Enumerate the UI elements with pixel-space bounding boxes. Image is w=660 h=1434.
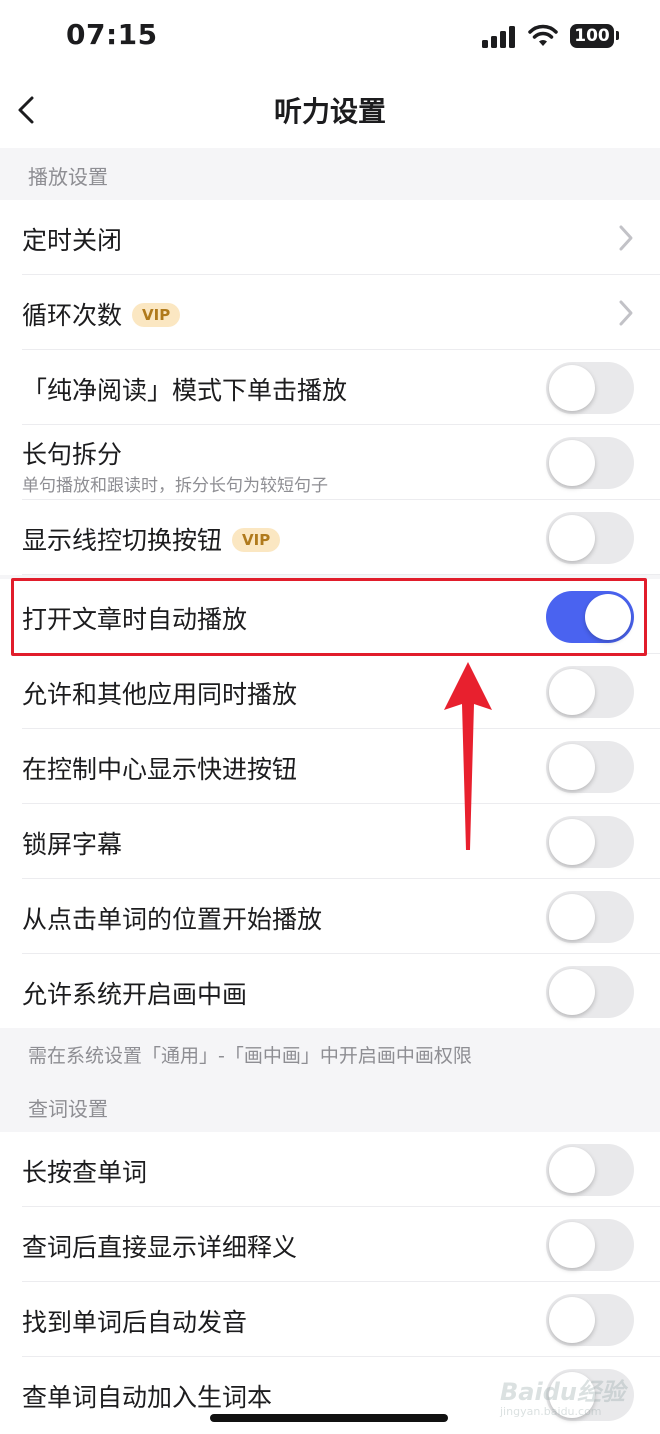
toggle-knob — [549, 669, 595, 715]
section-header-lookup: 查词设置 — [0, 1080, 660, 1132]
row-label: 查词后直接显示详细释义 — [22, 1233, 298, 1262]
home-indicator[interactable] — [210, 1414, 448, 1422]
row-mix-others: 允许和其他应用同时播放 — [0, 654, 660, 729]
cellular-signal-icon — [482, 26, 516, 48]
vip-badge: VIP — [132, 303, 181, 327]
toggle-knob — [549, 894, 595, 940]
mix-others-toggle[interactable] — [546, 666, 634, 718]
play-from-word-toggle[interactable] — [546, 891, 634, 943]
status-time: 07:15 — [66, 18, 158, 51]
row-label: 显示线控切换按钮 VIP — [22, 521, 281, 557]
row-label: 允许和其他应用同时播放 — [22, 680, 298, 709]
pip-note: 需在系统设置「通用」-「画中画」中开启画中画权限 — [0, 1028, 660, 1080]
row-fast-forward: 在控制中心显示快进按钮 — [0, 729, 660, 804]
section-header-label: 播放设置 — [28, 165, 108, 189]
watermark-brand: Baidu经验 — [500, 1378, 625, 1406]
row-wire-control: 显示线控切换按钮 VIP — [0, 500, 660, 575]
wifi-icon — [528, 24, 558, 46]
baidu-watermark: Baidu经验 jingyan.baidu.com — [500, 1372, 640, 1420]
split-long-toggle[interactable] — [546, 437, 634, 489]
row-sublabel: 单句播放和跟读时，拆分长句为较短句子 — [22, 476, 328, 496]
nav-bar: 听力设置 — [0, 74, 660, 148]
chevron-right-icon — [619, 225, 633, 251]
section-header-label: 查词设置 — [28, 1097, 108, 1121]
row-show-details: 查词后直接显示详细释义 — [0, 1207, 660, 1282]
chevron-right-icon — [619, 300, 633, 326]
row-pip: 允许系统开启画中画 — [0, 954, 660, 1029]
row-label: 长按查单词 — [22, 1158, 148, 1187]
lock-subtitles-toggle[interactable] — [546, 816, 634, 868]
row-pure-read-tap: 「纯净阅读」模式下单击播放 — [0, 350, 660, 425]
row-label: 「纯净阅读」模式下单击播放 — [22, 376, 348, 405]
battery-icon: 100 — [570, 24, 614, 48]
wire-control-toggle[interactable] — [546, 512, 634, 564]
toggle-knob — [549, 969, 595, 1015]
fast-forward-toggle[interactable] — [546, 741, 634, 793]
row-label-text: 显示线控切换按钮 — [22, 526, 223, 555]
row-loop-count[interactable]: 循环次数 VIP — [0, 275, 660, 350]
arrow-up-annotation-icon — [444, 662, 492, 850]
toggle-knob — [549, 819, 595, 865]
row-label: 循环次数 VIP — [22, 296, 181, 332]
long-press-lookup-toggle[interactable] — [546, 1144, 634, 1196]
row-label: 找到单词后自动发音 — [22, 1308, 248, 1337]
toggle-knob — [549, 365, 595, 411]
row-timer-off[interactable]: 定时关闭 — [0, 200, 660, 275]
section-header-playback: 播放设置 — [0, 148, 660, 200]
row-long-press-lookup: 长按查单词 — [0, 1132, 660, 1207]
toggle-knob — [549, 1147, 595, 1193]
row-label-text: 循环次数 — [22, 301, 123, 330]
toggle-knob — [549, 1297, 595, 1343]
vip-badge: VIP — [232, 528, 281, 552]
toggle-knob — [549, 440, 595, 486]
row-label: 锁屏字幕 — [22, 830, 123, 859]
toggle-knob — [549, 744, 595, 790]
pip-note-text: 需在系统设置「通用」-「画中画」中开启画中画权限 — [28, 1045, 472, 1067]
row-label: 允许系统开启画中画 — [22, 980, 248, 1009]
toggle-knob — [549, 1222, 595, 1268]
watermark-url: jingyan.baidu.com — [500, 1405, 602, 1418]
row-label: 在控制中心显示快进按钮 — [22, 755, 298, 784]
row-auto-pronounce: 找到单词后自动发音 — [0, 1282, 660, 1357]
pure-read-tap-toggle[interactable] — [546, 362, 634, 414]
row-label: 定时关闭 — [22, 226, 123, 255]
row-label: 长句拆分 — [22, 440, 123, 469]
row-lock-subtitles: 锁屏字幕 — [0, 804, 660, 879]
status-bar: 07:15 100 — [0, 0, 660, 74]
show-details-toggle[interactable] — [546, 1219, 634, 1271]
row-play-from-word: 从点击单词的位置开始播放 — [0, 879, 660, 954]
page-title: 听力设置 — [273, 95, 386, 128]
battery-cap — [616, 31, 619, 40]
auto-pronounce-toggle[interactable] — [546, 1294, 634, 1346]
highlight-box — [11, 578, 647, 656]
row-label: 查单词自动加入生词本 — [22, 1383, 273, 1412]
toggle-knob — [549, 515, 595, 561]
row-label: 从点击单词的位置开始播放 — [22, 905, 323, 934]
row-split-long: 长句拆分 单句播放和跟读时，拆分长句为较短句子 — [0, 425, 660, 500]
pip-toggle[interactable] — [546, 966, 634, 1018]
